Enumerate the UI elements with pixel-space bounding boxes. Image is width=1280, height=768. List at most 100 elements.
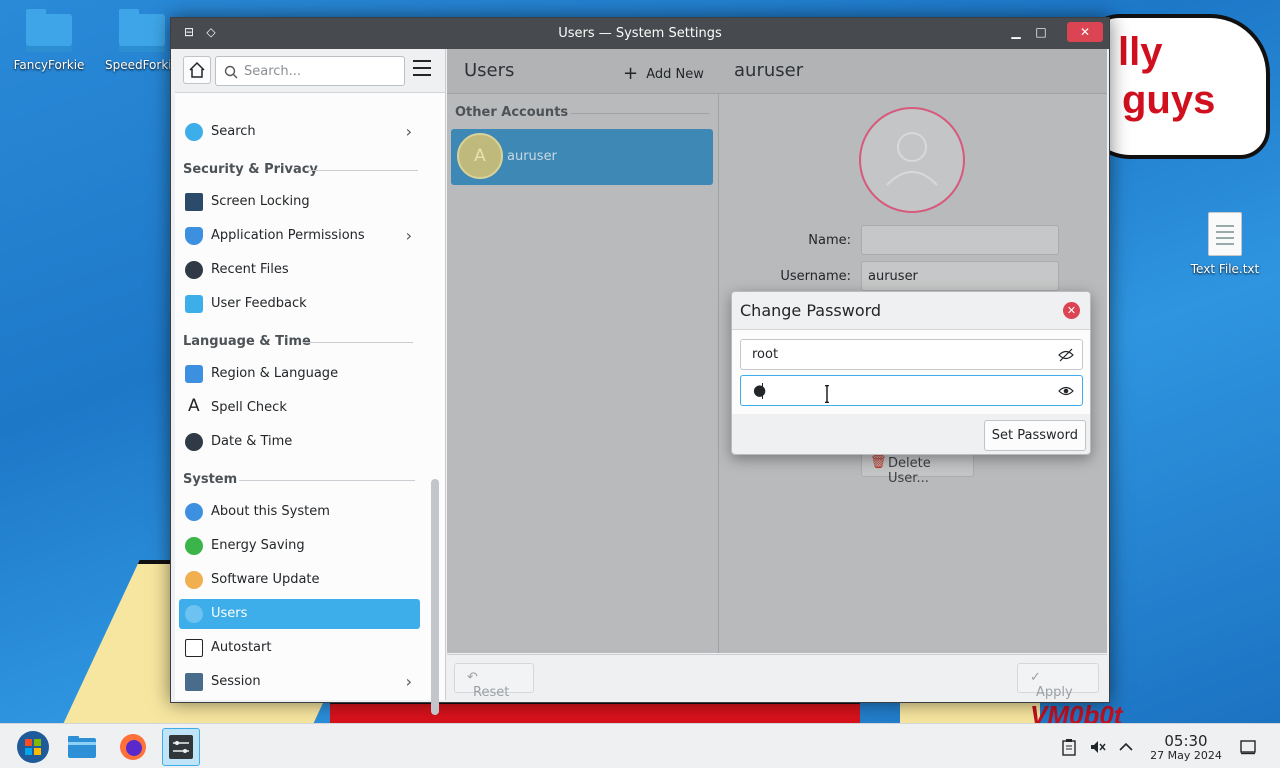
name-field[interactable] [861,225,1059,255]
search-icon [224,65,238,79]
sidebar-scrollbar[interactable] [431,479,439,715]
text-caret [762,383,763,399]
screen-lock-icon [185,193,203,211]
sidebar-item-autostart[interactable]: Autostart [179,633,420,663]
desktop-icon-label: FancyForkie [13,58,85,72]
add-new-button[interactable]: + Add New [623,62,704,84]
chevron-right-icon: › [405,226,412,245]
taskbar: 05:30 27 May 2024 [0,723,1280,768]
other-accounts-heading: Other Accounts [455,105,569,120]
start-menu-button[interactable] [14,728,52,766]
user-avatar-large[interactable] [859,107,965,213]
users-panel-title: Users [464,60,515,81]
section-language-time: Language & Time [183,334,413,349]
sidebar-item-label: Screen Locking [211,194,310,209]
hamburger-menu-button[interactable] [413,60,431,76]
clock-time[interactable]: 05:30 [1163,732,1209,750]
apply-label: Apply [1036,685,1073,700]
check-icon: ✓ [1030,670,1041,685]
set-password-button[interactable]: Set Password [983,420,1086,451]
info-icon [185,503,203,521]
energy-icon [185,537,203,555]
account-item-auruser[interactable]: A auruser [451,129,713,185]
sidebar-item-label: Region & Language [211,366,339,381]
reset-button[interactable]: ↶ Reset [454,663,534,700]
search-placeholder: Search... [244,64,302,79]
divider [571,113,709,114]
clock-date[interactable]: 27 May 2024 [1146,749,1226,762]
shield-icon [185,227,203,245]
sidebar-item-label: Recent Files [211,262,289,277]
sidebar-item-user-feedback[interactable]: User Feedback [179,289,420,319]
user-detail-title: auruser [734,60,804,81]
sidebar-item-screen-locking[interactable]: Screen Locking [179,187,420,217]
sidebar-item-about-system[interactable]: About this System [179,497,420,527]
sidebar-item-label: User Feedback [211,296,307,311]
desktop-icon-text-file[interactable]: Text File.txt [1185,212,1265,276]
window-title: Users — System Settings [558,26,722,41]
settings-footer: ↶ Reset ✓ Apply [447,654,1107,700]
wallpaper-text-1: lly [1118,30,1163,74]
avatar: A [457,133,503,179]
password-value: root [752,347,779,362]
section-security-privacy: Security & Privacy [183,162,418,177]
settings-sidebar: Search... Search › Security & Privacy Sc… [175,49,446,715]
sidebar-item-label: Date & Time [211,434,293,449]
minimize-button[interactable]: ▁ [1004,22,1028,42]
show-desktop-icon[interactable] [1239,738,1257,756]
confirm-password-value: ● [753,381,767,399]
sidebar-item-recent-files[interactable]: Recent Files [179,255,420,285]
ibeam-cursor-icon [825,385,829,403]
feedback-icon [185,295,203,313]
file-manager-button[interactable] [63,728,101,766]
home-button[interactable] [183,56,211,84]
clipboard-icon[interactable] [1060,738,1078,756]
chevron-up-icon[interactable] [1117,738,1135,756]
sidebar-item-software-update[interactable]: Software Update [179,565,420,595]
sidebar-search-input[interactable]: Search... [215,56,405,86]
clock-icon [185,261,203,279]
reset-label: Reset [473,685,510,700]
username-field[interactable]: auruser [861,261,1059,291]
sidebar-item-users[interactable]: Users [179,599,420,629]
dialog-close-button[interactable]: ✕ [1063,302,1080,319]
desktop-icon-label: SpeedForkie [104,58,180,72]
system-settings-taskbar-button[interactable] [162,728,200,766]
sidebar-item-session[interactable]: Session › [179,667,420,697]
firefox-icon [120,734,146,760]
sidebar-item-label: Search [211,124,256,139]
close-button[interactable]: ✕ [1067,22,1103,42]
sidebar-item-search[interactable]: Search › [179,117,420,147]
sidebar-item-spell-check[interactable]: A Spell Check [179,393,420,423]
volume-muted-icon[interactable] [1089,738,1107,756]
sidebar-item-date-time[interactable]: Date & Time [179,427,420,457]
dialog-body: root ● [732,330,1090,414]
eye-icon[interactable] [1058,384,1074,398]
sidebar-header: Search... [175,49,445,93]
delete-user-label: Delete User... [888,456,931,486]
change-password-dialog: Change Password ✕ root ● Set Password [731,291,1091,455]
window-titlebar[interactable]: ⊟ ◇ Users — System Settings ▁ □ ✕ [171,18,1109,49]
sidebar-item-label: Session [211,674,261,689]
plus-icon: + [623,63,639,84]
autostart-icon [185,639,203,657]
region-icon [185,365,203,383]
content-header: Users + Add New auruser [447,49,1107,94]
desktop-icon-fancyforkie[interactable]: FancyForkie [9,9,89,72]
wallpaper-text-2: guys [1122,78,1216,122]
sidebar-item-region-language[interactable]: Region & Language [179,359,420,389]
sidebar-item-energy-saving[interactable]: Energy Saving [179,531,420,561]
eye-slash-icon[interactable] [1058,348,1074,362]
name-label: Name: [808,233,851,248]
folder-icon [119,9,165,52]
maximize-button[interactable]: □ [1029,22,1053,42]
sidebar-item-application-permissions[interactable]: Application Permissions › [179,221,420,251]
firefox-button[interactable] [114,728,152,766]
folder-icon [68,736,96,758]
text-file-icon [1208,212,1242,256]
chevron-right-icon: › [405,672,412,691]
search-icon [185,123,203,141]
apply-button[interactable]: ✓ Apply [1017,663,1099,700]
confirm-password-field[interactable]: ● [740,375,1083,406]
password-field[interactable]: root [740,339,1083,370]
